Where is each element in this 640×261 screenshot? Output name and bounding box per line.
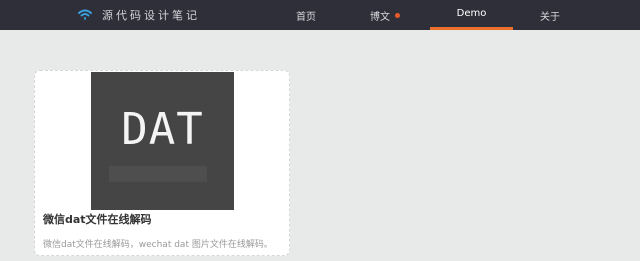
wifi-logo-icon <box>78 9 92 21</box>
card-title[interactable]: 微信dat文件在线解码 <box>43 211 283 227</box>
card-description: 微信dat文件在线解码，wechat dat 图片文件在线解码。 <box>43 240 273 250</box>
demo-card[interactable]: DAT 微信dat文件在线解码 微信dat文件在线解码，wechat dat 图… <box>34 70 290 256</box>
nav-item-demo[interactable]: Demo <box>430 0 513 30</box>
nav-item-label: 首页 <box>296 11 316 23</box>
thumbnail-shade <box>109 166 207 182</box>
site-brand[interactable]: 源代码设计笔记 <box>78 0 200 30</box>
nav-item-home[interactable]: 首页 <box>282 0 330 30</box>
nav-item-about[interactable]: 关于 <box>528 0 572 30</box>
nav-item-blog[interactable]: 博文 <box>360 0 410 30</box>
card-thumbnail[interactable]: DAT <box>91 72 234 210</box>
nav-item-label: Demo <box>456 8 487 19</box>
nav-item-label: 博文 <box>370 11 390 23</box>
thumbnail-text: DAT <box>121 104 204 155</box>
top-navigation-bar: 源代码设计笔记 首页 博文 Demo 关于 <box>0 0 640 30</box>
notification-dot <box>395 12 400 18</box>
nav-item-label: 关于 <box>540 11 560 23</box>
site-title: 源代码设计笔记 <box>102 9 200 22</box>
